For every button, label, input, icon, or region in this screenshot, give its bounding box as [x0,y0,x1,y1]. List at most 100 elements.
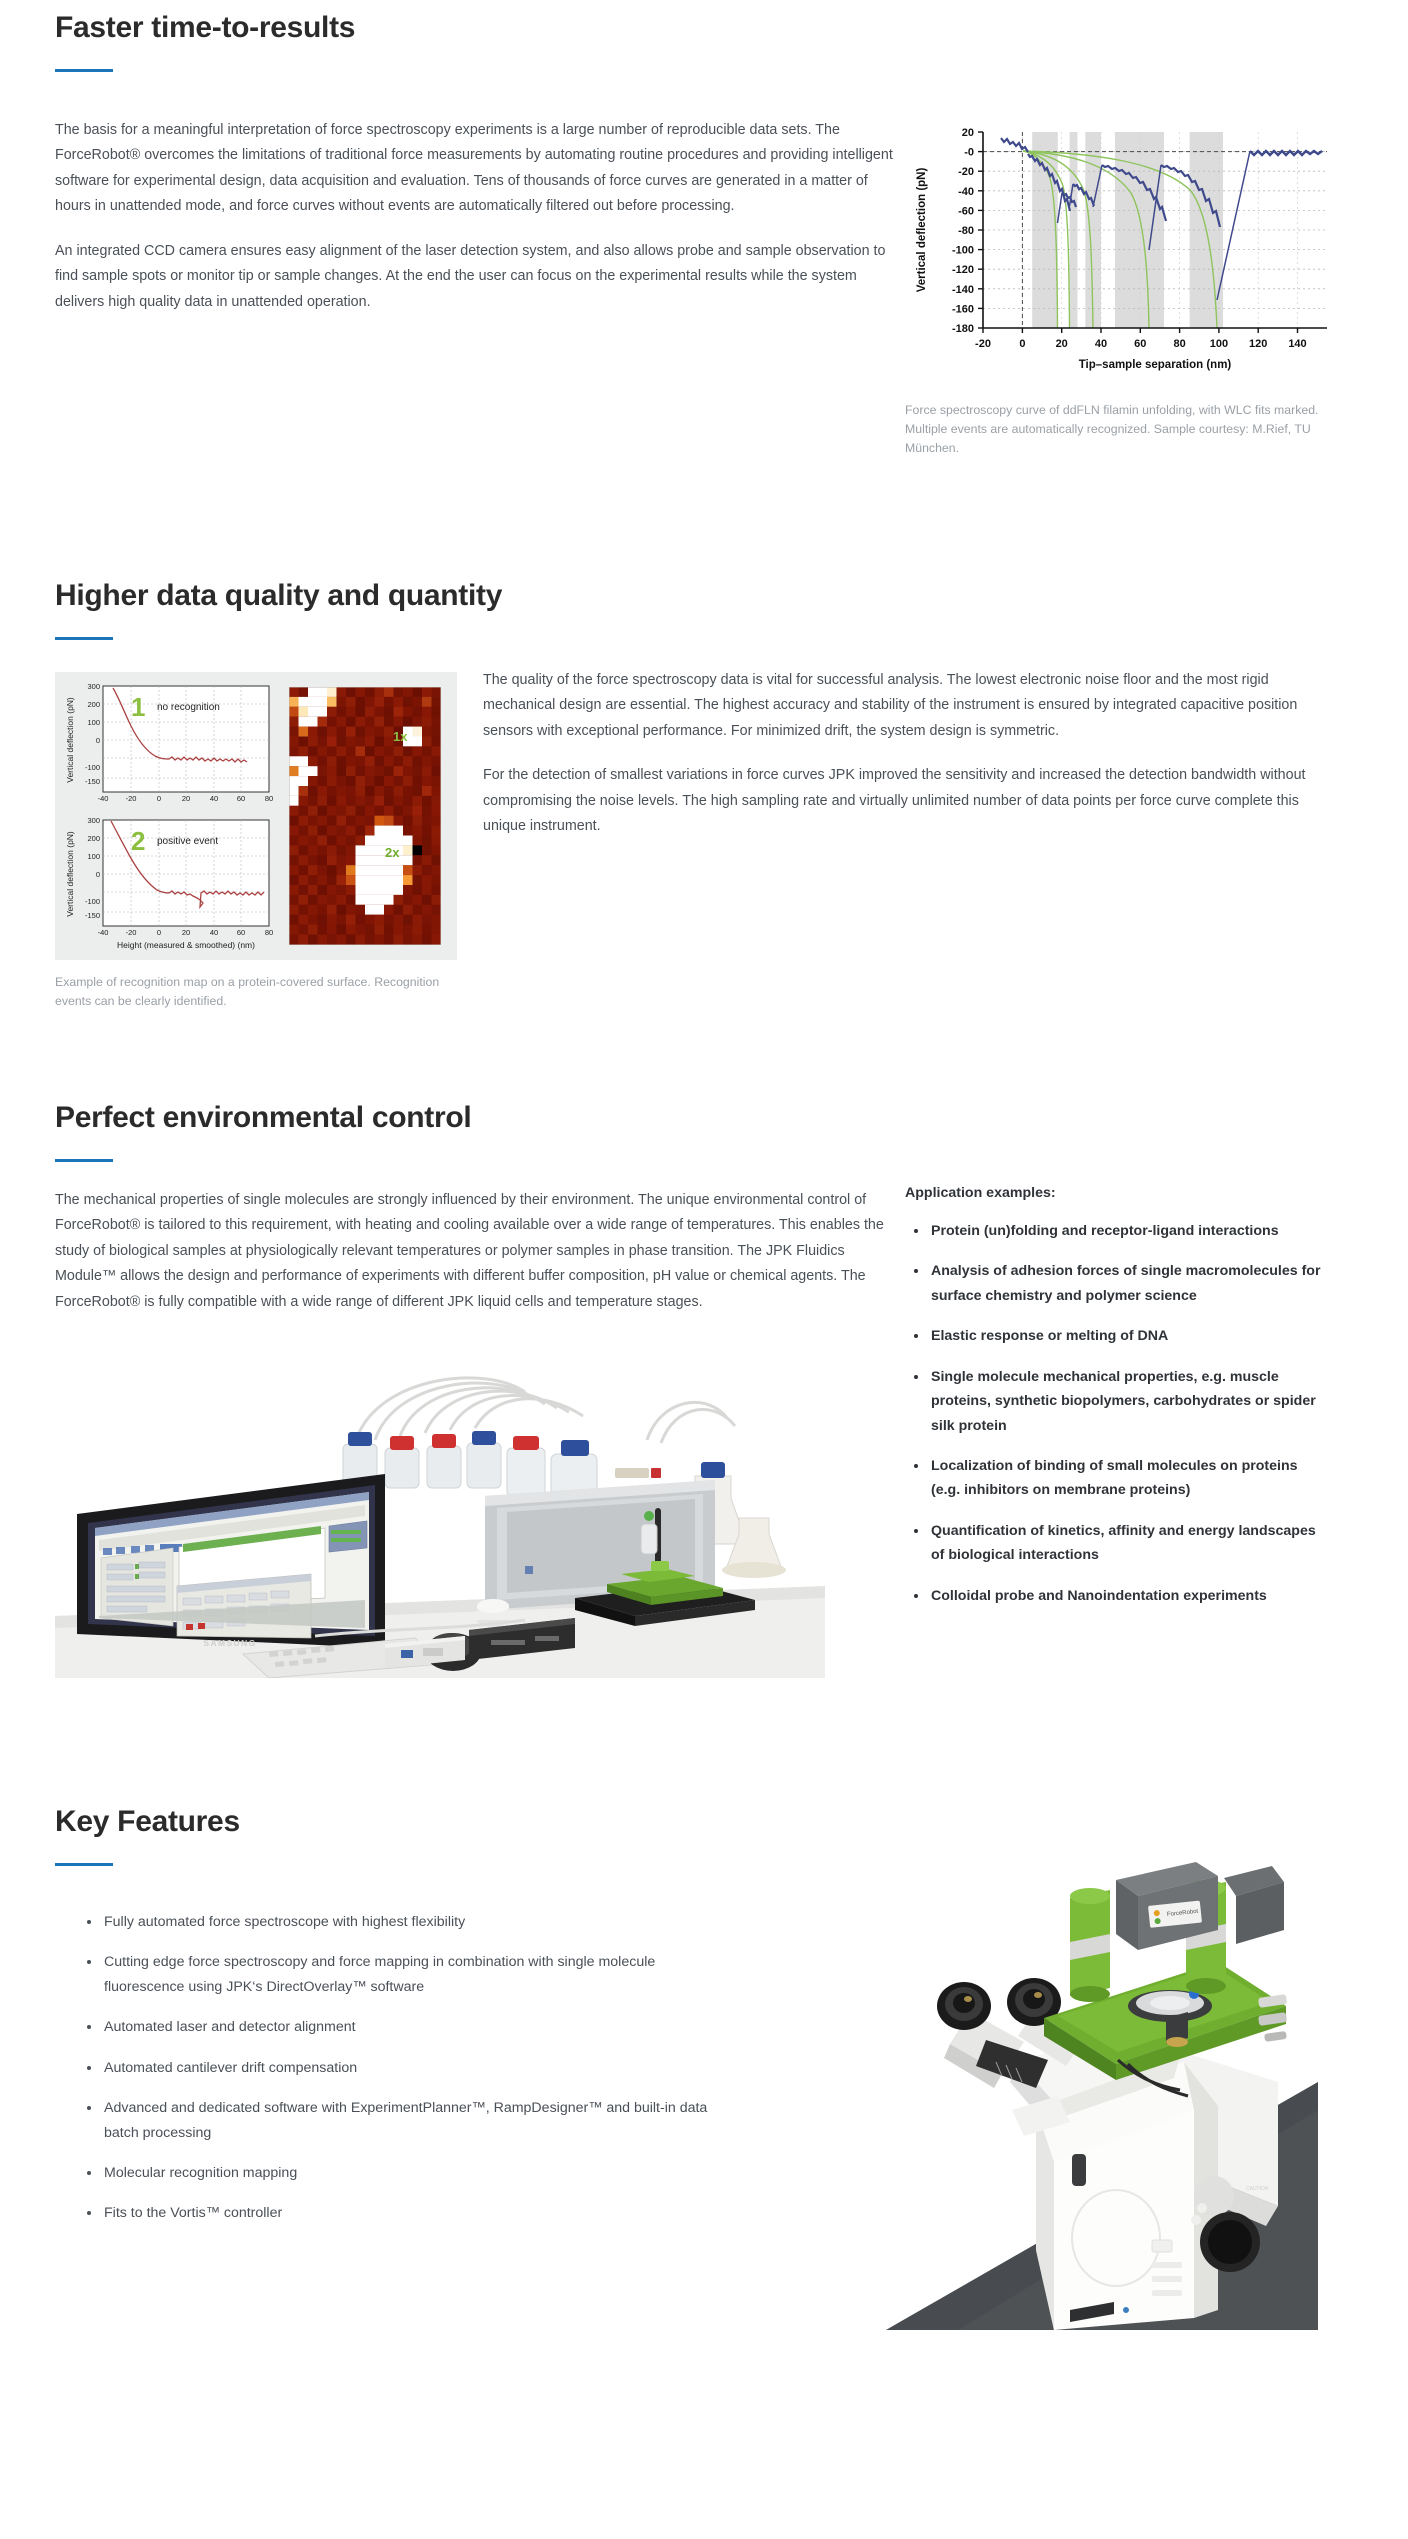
application-examples-list: Protein (un)folding and receptor-ligand … [905,1219,1325,1608]
figure-caption: Force spectroscopy curve of ddFLN filami… [905,403,1319,456]
recognition-curve-plots: 1 no recognition 300 200 100 0 -100 -150… [61,680,279,952]
section-higher-data-quality: Higher data quality and quantity 1 no re… [0,560,1408,1080]
page-root: Faster time-to-results The basis for a m… [0,0,1408,2380]
accent-rule [55,1159,113,1162]
section-header: Higher data quality and quantity [0,560,1408,640]
chart-x-axis-label: Tip–sample separation (nm) [1079,359,1232,371]
svg-text:80: 80 [265,794,273,803]
list-item: Advanced and dedicated software with Exp… [87,2096,718,2145]
section-body-text: The quality of the force spectroscopy da… [483,668,1313,840]
svg-text:40: 40 [210,794,218,803]
svg-text:-150: -150 [85,911,100,920]
instrument-photo-svg: SAMSUNG [55,1348,825,1678]
svg-text:-160: -160 [952,303,974,315]
figure-recognition-map: 1 no recognition 300 200 100 0 -100 -150… [55,672,457,1011]
chart-y-axis-label: Vertical deflection (pN) [916,168,928,293]
photo-inverted-microscope: ForceRobot CAUTION [718,1810,1318,2330]
svg-text:300: 300 [87,682,100,691]
svg-text:100: 100 [1210,338,1228,350]
svg-text:-60: -60 [958,205,974,217]
figure-caption: Example of recognition map on a protein-… [55,975,440,1009]
paragraph: The basis for a meaningful interpretatio… [55,122,893,215]
microscope-photo-svg: ForceRobot CAUTION [718,1810,1318,2330]
svg-text:-40: -40 [958,186,974,198]
svg-text:0: 0 [157,794,161,803]
svg-text:100: 100 [87,852,100,861]
paragraph: The mechanical properties of single mole… [55,1192,884,1310]
svg-text:60: 60 [1134,338,1146,350]
svg-text:-100: -100 [952,245,974,257]
key-features-list-wrap: Fully automated force spectroscope with … [78,1910,718,2242]
list-item: Colloidal probe and Nanoindentation expe… [914,1584,1325,1608]
svg-text:-100: -100 [85,763,100,772]
svg-text:-140: -140 [952,284,974,296]
svg-text:0: 0 [96,870,100,879]
panel-number-1: 1 [131,692,145,722]
svg-text:20: 20 [182,794,190,803]
accent-rule [55,69,113,72]
list-item: Molecular recognition mapping [87,2161,718,2185]
page-title: Perfect environmental control [55,1101,472,1134]
chart-svg: 20 -0 -20 -40 -60 -80 -100 -120 -140 -16… [905,118,1345,388]
list-item: Elastic response or melting of DNA [914,1324,1325,1348]
svg-text:-40: -40 [98,794,109,803]
svg-text:60: 60 [237,794,245,803]
list-item: Single molecule mechanical properties, e… [914,1365,1325,1438]
force-spectroscopy-chart: 20 -0 -20 -40 -60 -80 -100 -120 -140 -16… [905,118,1345,388]
section-body-text: The basis for a meaningful interpretatio… [55,118,895,315]
section-faster-time-to-results: Faster time-to-results The basis for a m… [0,0,1408,560]
paragraph: The quality of the force spectroscopy da… [483,672,1298,739]
svg-text:-20: -20 [975,338,991,350]
heatmap-svg: 1x 2x [289,687,441,945]
list-item: Automated cantilever drift compensation [87,2056,718,2080]
svg-text:-0: -0 [964,147,974,159]
curves-svg: 1 no recognition 300 200 100 0 -100 -150… [61,680,279,952]
section-header: Perfect environmental control [0,1080,1408,1162]
svg-text:-150: -150 [85,777,100,786]
application-examples: Application examples: Protein (un)foldin… [905,1185,1325,1624]
svg-text:100: 100 [87,718,100,727]
svg-text:20: 20 [962,127,974,139]
panel-number-2: 2 [131,826,145,856]
page-title: Higher data quality and quantity [55,579,503,612]
panel-title-1: no recognition [157,702,220,713]
recognition-heatmap: 1x 2x [279,680,447,952]
svg-text:SAMSUNG: SAMSUNG [203,1638,256,1648]
svg-text:200: 200 [87,700,100,709]
svg-text:20: 20 [1056,338,1068,350]
svg-text:20: 20 [182,928,190,937]
svg-text:0: 0 [157,928,161,937]
paragraph: For the detection of smallest variations… [483,767,1306,835]
panel-2-ylabel: Vertical deflection (pN) [65,831,75,917]
instrument-photo: SAMSUNG [55,1348,825,1678]
list-item: Quantification of kinetics, affinity and… [914,1519,1325,1568]
list-item: Analysis of adhesion forces of single ma… [914,1259,1325,1308]
svg-text:-80: -80 [958,225,974,237]
svg-text:-120: -120 [952,264,974,276]
panels-xlabel: Height (measured & smoothed) (nm) [117,940,255,950]
svg-text:CAUTION: CAUTION [1246,2186,1269,2192]
figure-force-curve: 20 -0 -20 -40 -60 -80 -100 -120 -140 -16… [905,118,1355,458]
list-item: Automated laser and detector alignment [87,2015,718,2039]
svg-text:-180: -180 [952,323,974,335]
svg-text:300: 300 [87,816,100,825]
paragraph: An integrated CCD camera ensures easy al… [55,242,886,310]
svg-text:120: 120 [1249,338,1267,350]
application-examples-title: Application examples: [905,1185,1056,1201]
list-item: Fits to the Vortis™ controller [87,2201,718,2225]
svg-text:80: 80 [265,928,273,937]
svg-text:-40: -40 [98,928,109,937]
section-header: Faster time-to-results [0,0,1408,72]
list-item: Cutting edge force spectroscopy and forc… [87,1950,718,1999]
svg-text:-20: -20 [958,166,974,178]
svg-text:140: 140 [1288,338,1306,350]
photo-forcerobot-fluidics: SAMSUNG [55,1348,825,1678]
section-perfect-environmental-control: Perfect environmental control The mechan… [0,1080,1408,1780]
svg-text:-20: -20 [126,794,137,803]
section-key-features: Key Features Fully automated force spect… [0,1780,1408,2380]
accent-rule [55,1863,113,1866]
heatmap-marker-2: 2x [385,845,400,860]
svg-text:60: 60 [237,928,245,937]
list-item: Protein (un)folding and receptor-ligand … [914,1219,1325,1243]
section-body-text: The mechanical properties of single mole… [55,1188,905,1315]
